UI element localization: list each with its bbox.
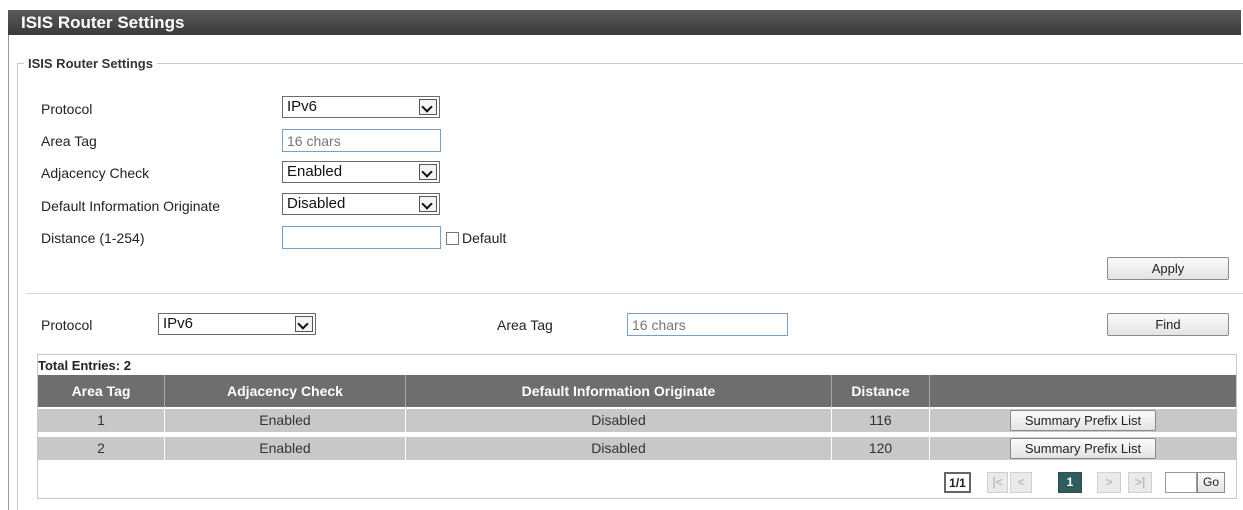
adjacency-check-value: Enabled [287,163,343,180]
last-page-button[interactable]: >| [1128,472,1152,493]
summary-prefix-list-button[interactable]: Summary Prefix List [1010,438,1156,459]
cell-adjacency: Enabled [165,437,406,460]
page-1-button[interactable]: 1 [1058,472,1082,493]
distance-label: Distance (1-254) [41,230,145,246]
go-button[interactable]: Go [1197,472,1225,493]
summary-prefix-list-button[interactable]: Summary Prefix List [1010,410,1156,431]
default-info-value: Disabled [287,195,346,212]
default-info-label: Default Information Originate [41,198,220,214]
header-action [930,375,1236,407]
cell-distance: 116 [832,409,930,432]
search-protocol-select[interactable]: IPv6 [158,313,316,335]
default-info-select[interactable]: Disabled [282,193,440,215]
cell-area-tag: 1 [38,409,165,432]
cell-default-info: Disabled [406,409,832,432]
find-button[interactable]: Find [1107,313,1229,336]
apply-button[interactable]: Apply [1107,257,1229,280]
cell-distance: 120 [832,437,930,460]
protocol-select-value: IPv6 [287,98,318,115]
search-protocol-value: IPv6 [163,315,194,332]
search-area-tag-input[interactable] [627,313,788,336]
left-border [8,35,9,510]
total-entries: Total Entries: 2 [38,358,131,373]
cell-default-info: Disabled [406,437,832,460]
search-area-tag-label: Area Tag [497,317,553,333]
search-protocol-label: Protocol [41,317,93,333]
chevron-down-icon[interactable] [295,316,313,332]
area-tag-label: Area Tag [41,133,97,149]
default-checkbox[interactable] [446,232,459,245]
first-page-button[interactable]: |< [987,472,1008,493]
header-default-info: Default Information Originate [406,375,832,407]
table-header: Area Tag Adjacency Check Default Informa… [38,375,1236,407]
chevron-down-icon[interactable] [419,164,437,180]
settings-legend: ISIS Router Settings [28,56,153,71]
area-tag-input[interactable] [282,129,441,152]
page-indicator: 1/1 [944,472,971,493]
adjacency-check-select[interactable]: Enabled [282,161,440,183]
distance-input[interactable] [282,226,441,249]
table-row: 2 Enabled Disabled 120 Summary Prefix Li… [38,437,1236,460]
protocol-select[interactable]: IPv6 [282,96,440,118]
section-divider [26,293,1243,294]
goto-page-input[interactable] [1165,472,1197,493]
cell-action: Summary Prefix List [930,437,1236,460]
protocol-label: Protocol [41,101,93,117]
header-adjacency-check: Adjacency Check [165,375,406,407]
header-area-tag: Area Tag [38,375,165,407]
cell-adjacency: Enabled [165,409,406,432]
default-checkbox-label: Default [462,230,507,246]
cell-area-tag: 2 [38,437,165,460]
chevron-down-icon[interactable] [419,196,437,212]
cell-action: Summary Prefix List [930,409,1236,432]
prev-page-button[interactable]: < [1010,472,1032,493]
adjacency-check-label: Adjacency Check [41,165,150,181]
header-distance: Distance [832,375,930,407]
page-title: ISIS Router Settings [8,10,1241,35]
table-row: 1 Enabled Disabled 116 Summary Prefix Li… [38,409,1236,432]
next-page-button[interactable]: > [1097,472,1121,493]
chevron-down-icon[interactable] [419,99,437,115]
